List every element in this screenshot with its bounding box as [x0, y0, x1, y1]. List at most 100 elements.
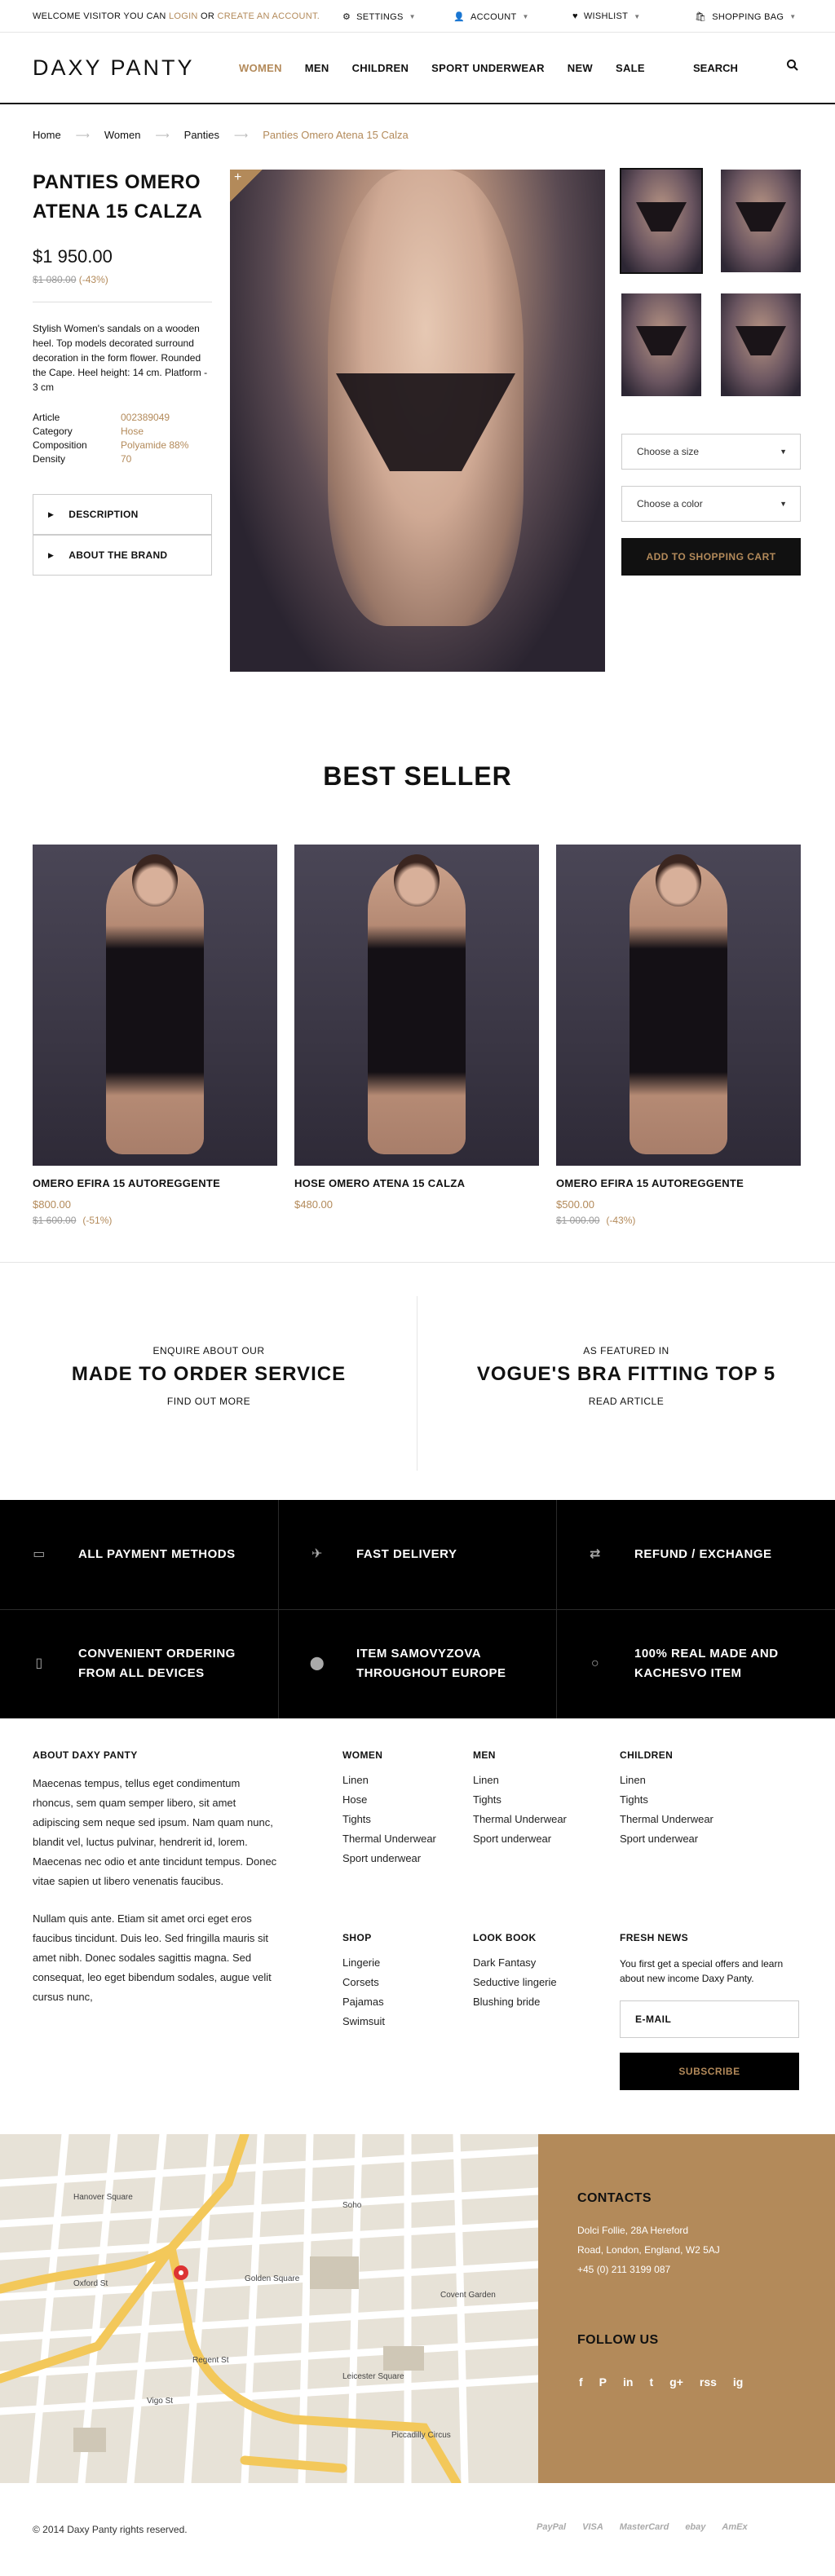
description-accordion[interactable]: ▶ DESCRIPTION [33, 494, 212, 535]
footer-link[interactable]: Swimsuit [342, 2012, 385, 2031]
product-main-image[interactable]: + [230, 170, 605, 672]
twitter-icon[interactable]: t [649, 2375, 653, 2389]
breadcrumb-home[interactable]: Home [33, 129, 61, 141]
product-thumbnail[interactable] [620, 168, 703, 274]
footer-link[interactable]: Linen [620, 1771, 714, 1790]
pinterest-icon[interactable]: P [599, 2375, 607, 2389]
search-button[interactable]: SEARCH [693, 62, 738, 74]
product-card-name[interactable]: HOSE OMERO ATENA 15 CALZA [294, 1177, 465, 1189]
footer-link[interactable]: Lingerie [342, 1953, 385, 1973]
nav-sport-underwear[interactable]: SPORT UNDERWEAR [431, 62, 545, 74]
footer-link[interactable]: Seductive lingerie [473, 1973, 557, 1992]
nav-men[interactable]: MEN [305, 62, 329, 74]
footer-link[interactable]: Blushing bride [473, 1992, 557, 2012]
chevron-down-icon: ▼ [634, 12, 641, 20]
footer-link[interactable]: Linen [342, 1771, 436, 1790]
search-icon[interactable] [786, 59, 799, 76]
thumbnail-garment [736, 326, 786, 355]
accordion-label: DESCRIPTION [68, 509, 139, 520]
footer-link[interactable]: Pajamas [342, 1992, 385, 2012]
product-thumbnail[interactable] [721, 293, 801, 396]
size-select-label: Choose a size [637, 446, 700, 457]
shop-links: Lingerie Corsets Pajamas Swimsuit [342, 1953, 385, 2031]
circle-icon: ○ [590, 1656, 600, 1670]
welcome-message: WELCOME VISITOR YOU CAN LOGIN OR CREATE … [33, 11, 320, 21]
login-link[interactable]: LOGIN [169, 11, 198, 21]
promo-heading: VOGUE'S BRA FITTING TOP 5 [476, 1363, 776, 1385]
about-text: Maecenas tempus, tellus eget condimentum… [33, 1774, 277, 2007]
feature-delivery: ✈ FAST DELIVERY [278, 1500, 556, 1609]
shopping-bag-menu[interactable]: 🛍 SHOPPING BAG ▼ [695, 11, 796, 23]
main-nav: WOMEN MEN CHILDREN SPORT UNDERWEAR NEW S… [239, 62, 645, 74]
nav-children[interactable]: CHILDREN [352, 62, 409, 74]
product-card-image[interactable] [294, 845, 539, 1166]
thumbnail-garment [636, 202, 687, 232]
footer-link[interactable]: Tights [473, 1790, 567, 1810]
contacts-address: Dolci Follie, 28A Hereford Road, London,… [577, 2221, 720, 2279]
nav-sale[interactable]: SALE [616, 62, 645, 74]
facebook-icon[interactable]: f [579, 2375, 583, 2389]
account-menu[interactable]: 👤 ACCOUNT ▼ [453, 11, 529, 23]
footer-link[interactable]: Thermal Underwear [620, 1810, 714, 1829]
linkedin-icon[interactable]: in [623, 2375, 633, 2389]
product-card-image[interactable] [33, 845, 277, 1166]
read-article-link[interactable]: READ ARTICLE [418, 1396, 835, 1407]
footer-link[interactable]: Tights [342, 1810, 436, 1829]
breadcrumb-women[interactable]: Women [104, 129, 141, 141]
product-thumbnail[interactable] [721, 170, 801, 272]
feature-label: FAST DELIVERY [356, 1547, 457, 1561]
size-select[interactable]: Choose a size ▼ [621, 434, 801, 470]
about-brand-accordion[interactable]: ▶ ABOUT THE BRAND [33, 535, 212, 576]
footer-link[interactable]: Sport underwear [342, 1849, 436, 1868]
product-card-name[interactable]: OMERO EFIRA 15 AUTOREGGENTE [556, 1177, 744, 1189]
email-field[interactable]: E-MAIL [620, 2000, 799, 2038]
promo-kicker: ENQUIRE ABOUT OUR [152, 1345, 265, 1356]
settings-menu[interactable]: ⚙ SETTINGS ▼ [342, 11, 416, 23]
footer-link[interactable]: Sport underwear [473, 1829, 567, 1849]
rss-icon[interactable]: rss [700, 2375, 717, 2389]
footer-link[interactable]: Thermal Underwear [342, 1829, 436, 1849]
site-logo[interactable]: DAXY PANTY [33, 55, 195, 81]
footer-link[interactable]: Linen [473, 1771, 567, 1790]
product-card-image[interactable] [556, 845, 801, 1166]
footer-link[interactable]: Dark Fantasy [473, 1953, 557, 1973]
footer-link[interactable]: Tights [620, 1790, 714, 1810]
breadcrumb: Home ⟶ Women ⟶ Panties ⟶ Panties Omero A… [33, 129, 409, 141]
exchange-icon: ⇄ [590, 1547, 601, 1561]
best-seller-title: BEST SELLER [323, 761, 512, 791]
nav-new[interactable]: NEW [568, 62, 593, 74]
breadcrumb-panties[interactable]: Panties [184, 129, 219, 141]
payment-logos: PayPal VISA MasterCard ebay AmEx [537, 2522, 748, 2532]
footer-link[interactable]: Hose [342, 1790, 436, 1810]
location-map[interactable]: Oxford St Regent St Piccadilly Circus So… [0, 2134, 538, 2483]
men-title: MEN [473, 1749, 496, 1761]
phone-icon: ▯ [35, 1656, 43, 1670]
add-to-cart-button[interactable]: ADD TO SHOPPING CART [621, 538, 801, 576]
nav-women[interactable]: WOMEN [239, 62, 282, 74]
spec-value: Polyamide 88% [121, 439, 189, 451]
address-line: Dolci Follie, 28A Hereford [577, 2225, 689, 2236]
footer-link[interactable]: Sport underwear [620, 1829, 714, 1849]
or-text: OR [201, 11, 215, 21]
product-thumbnail[interactable] [621, 293, 701, 396]
plane-icon: ✈ [311, 1547, 323, 1561]
product-title: PANTIES OMERO ATENA 15 CALZA [33, 171, 203, 223]
google-plus-icon[interactable]: g+ [669, 2375, 683, 2389]
footer-link[interactable]: Corsets [342, 1973, 385, 1992]
caret-right-icon: ▶ [48, 550, 55, 559]
model-head [656, 854, 701, 906]
footer-link[interactable]: Thermal Underwear [473, 1810, 567, 1829]
create-account-link[interactable]: CREATE AN ACCOUNT. [218, 11, 320, 21]
product-card-name[interactable]: OMERO EFIRA 15 AUTOREGGENTE [33, 1177, 220, 1189]
instagram-icon[interactable]: ig [733, 2375, 743, 2389]
color-select[interactable]: Choose a color ▼ [621, 486, 801, 522]
shopping-bag-label: SHOPPING BAG [712, 11, 784, 22]
find-out-more-link[interactable]: FIND OUT MORE [0, 1396, 418, 1407]
bag-icon: 🛍 [695, 12, 707, 22]
wishlist-menu[interactable]: ♥ WISHLIST ▼ [572, 11, 640, 21]
product-card-old-price: $1 600.00 (-51%) [33, 1215, 112, 1226]
feature-label: CONVENIENT ORDERING FROM ALL DEVICES [78, 1647, 236, 1680]
subscribe-button[interactable]: SUBSCRIBE [620, 2053, 799, 2090]
zoom-plus-icon[interactable]: + [230, 170, 263, 202]
accordion-label: ABOUT THE BRAND [68, 549, 168, 561]
